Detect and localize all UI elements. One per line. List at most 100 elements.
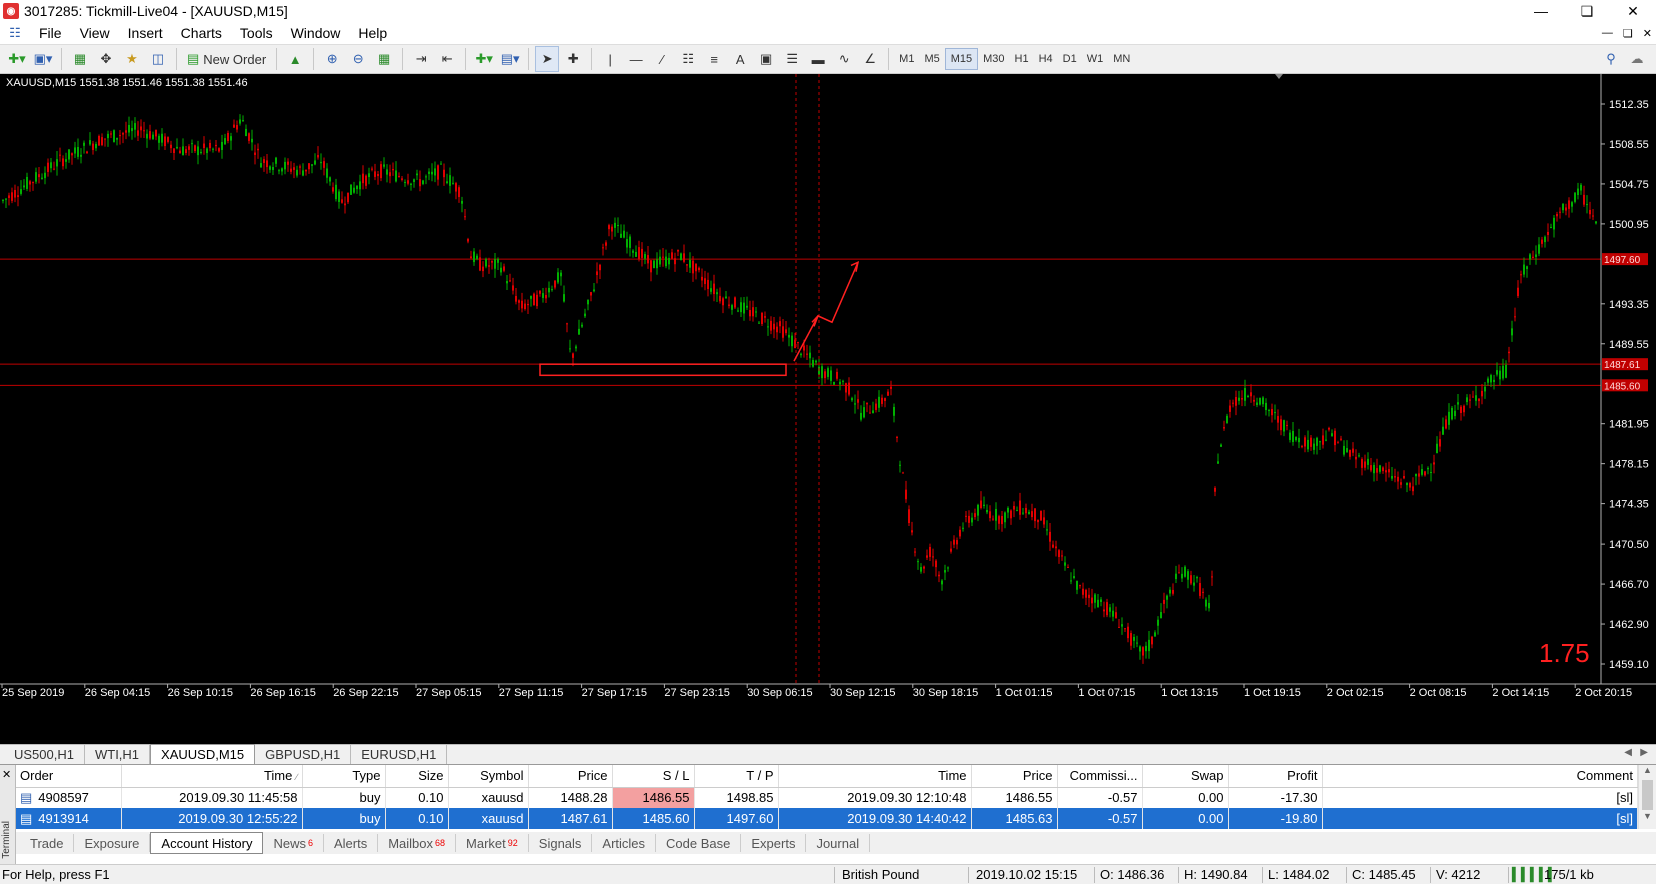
tab-signals[interactable]: Signals [529,834,593,852]
cursor-icon[interactable]: ➤ [535,46,560,72]
chart-shift-icon[interactable]: ⇥ [409,46,433,72]
col-open-time[interactable]: Time ∕ [121,765,303,788]
fibonacci-icon[interactable]: ≡ [702,46,726,72]
trendline-icon[interactable]: ∕ [650,46,674,72]
candle [1067,564,1069,568]
tab-experts[interactable]: Experts [741,834,807,852]
tile-windows-icon[interactable]: ▦ [372,46,396,72]
chart-tab-us500[interactable]: US500,H1 [4,745,85,764]
menu-file[interactable]: File [30,25,71,41]
profiles-icon[interactable]: ▣▾ [31,46,55,72]
chart-tab-xauusd[interactable]: XAUUSD,M15 [150,744,256,764]
tab-articles[interactable]: Articles [592,834,657,852]
chart-restore-button[interactable]: ❏ [1623,27,1633,40]
close-button[interactable]: ✕ [1610,0,1656,22]
timeframe-mn[interactable]: MN [1108,48,1135,70]
rectangle-icon[interactable]: ▬ [806,46,830,72]
scroll-up-icon[interactable]: ▲ [1639,765,1656,779]
tab-scroll-left-icon[interactable]: ◀ [1624,747,1632,758]
zoom-in-icon[interactable]: ⊕ [320,46,344,72]
chart-tab-wti[interactable]: WTI,H1 [85,745,151,764]
tab-mailbox[interactable]: Mailbox 68 [378,834,457,852]
table-scrollbar[interactable]: ▲ ▼ [1638,765,1656,829]
col-close-time[interactable]: Time [778,765,972,788]
new-order-button[interactable]: ▤ New Order [183,46,270,72]
menu-charts[interactable]: Charts [172,25,231,41]
restore-button[interactable]: ❏ [1564,0,1610,22]
chart-tab-gbpusd[interactable]: GBPUSD,H1 [255,745,352,764]
text-label-icon[interactable]: ▣ [754,46,778,72]
periods-icon[interactable]: ▤▾ [498,46,522,72]
tab-journal[interactable]: Journal [806,834,871,852]
tab-exposure[interactable]: Exposure [74,834,151,852]
tab-trade[interactable]: Trade [20,834,75,852]
col-sl[interactable]: S / L [612,765,695,788]
fibo-fan-icon[interactable]: ☰ [780,46,804,72]
terminal-icon[interactable]: ◫ [146,46,170,72]
timeframe-h4[interactable]: H4 [1034,48,1058,70]
menu-window[interactable]: Window [282,25,350,41]
tab-news[interactable]: News 6 [263,834,324,852]
autoscroll-icon[interactable]: ⇤ [435,46,459,72]
navigator-icon[interactable]: ★ [120,46,144,72]
terminal-close-icon[interactable]: ✕ [2,768,11,781]
col-commission[interactable]: Commissi... [1057,765,1143,788]
horizontal-line-icon[interactable]: — [624,46,648,72]
text-tool-icon[interactable]: A [728,46,752,72]
tab-code-base[interactable]: Code Base [656,834,742,852]
gann-icon[interactable]: ∠ [858,46,882,72]
col-order[interactable]: Order [16,765,122,788]
minimize-button[interactable]: — [1518,0,1564,22]
autotrading-icon[interactable]: ▲ [283,46,307,72]
indicators-icon[interactable]: ✚▾ [472,46,496,72]
price-chart[interactable]: 1512.35 1508.55 1504.75 1500.95 1493.35 1489.… [0,74,1656,744]
shift-marker-icon[interactable] [1275,74,1283,79]
candle [1082,582,1084,599]
col-type[interactable]: Type [302,765,386,788]
menu-help[interactable]: Help [349,25,396,41]
timeframe-w1[interactable]: W1 [1082,48,1109,70]
data-window-icon[interactable]: ✥ [94,46,118,72]
scroll-down-icon[interactable]: ▼ [1639,811,1656,825]
chat-icon[interactable]: ☁ [1625,46,1649,72]
crosshair-icon[interactable]: ✚ [561,46,585,72]
chart-minimize-button[interactable]: — [1602,27,1613,39]
col-swap[interactable]: Swap [1142,765,1229,788]
menu-view[interactable]: View [71,25,119,41]
tab-alerts[interactable]: Alerts [324,834,379,852]
col-profit[interactable]: Profit [1228,765,1323,788]
support-zone-rectangle[interactable] [539,363,787,377]
equidistant-channel-icon[interactable]: ☷ [676,46,700,72]
col-comment[interactable]: Comment [1322,765,1638,788]
col-price[interactable]: Price [528,765,613,788]
search-icon[interactable]: ⚲ [1599,46,1623,72]
menu-tools[interactable]: Tools [231,25,282,41]
table-row[interactable]: ▤ 4908597 2019.09.30 11:45:58 buy 0.10 xa… [16,787,1638,808]
vertical-line-icon[interactable]: | [598,46,622,72]
timeframe-d1[interactable]: D1 [1058,48,1082,70]
tab-scroll-right-icon[interactable]: ▶ [1640,747,1648,758]
new-chart-icon[interactable]: ✚▾ [5,46,29,72]
col-tp[interactable]: T / P [694,765,779,788]
timeframe-m5[interactable]: M5 [919,48,944,70]
zoom-out-icon[interactable]: ⊖ [346,46,370,72]
candle [653,259,655,269]
col-symbol[interactable]: Symbol [448,765,529,788]
tab-market[interactable]: Market 92 [456,834,529,852]
scroll-thumb[interactable] [1642,780,1653,810]
elliott-wave-icon[interactable]: ∿ [832,46,856,72]
timeframe-h1[interactable]: H1 [1010,48,1034,70]
col-size[interactable]: Size [385,765,449,788]
candlestick-chart[interactable]: 1512.35 1508.55 1504.75 1500.95 1493.35 1489.… [0,74,1656,744]
timeframe-m15[interactable]: M15 [944,48,979,70]
chart-window-menu-icon[interactable]: ☷ [4,24,26,42]
chart-tab-eurusd[interactable]: EURUSD,H1 [351,745,448,764]
market-watch-icon[interactable]: ▦ [68,46,92,72]
tab-account-history[interactable]: Account History [150,832,264,854]
timeframe-m1[interactable]: M1 [894,48,919,70]
chart-close-button[interactable]: ✕ [1643,27,1652,40]
col-close-price[interactable]: Price [971,765,1058,788]
timeframe-m30[interactable]: M30 [978,48,1009,70]
table-row[interactable]: ▤ 4913914 2019.09.30 12:55:22 buy 0.10 xa… [16,808,1638,829]
menu-insert[interactable]: Insert [119,25,172,41]
